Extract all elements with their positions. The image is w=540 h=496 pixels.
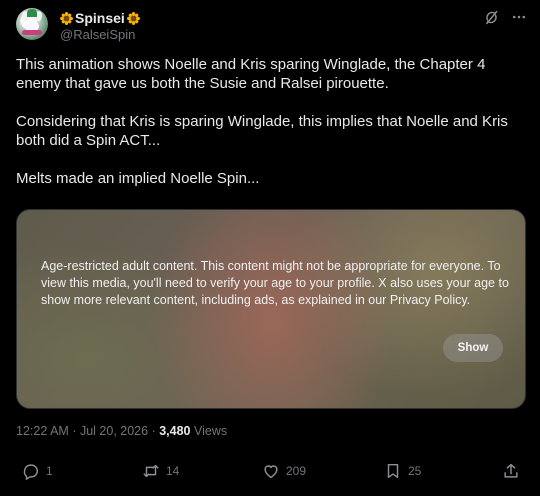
share-icon	[504, 463, 518, 478]
reply-icon	[23, 464, 39, 480]
post-top-actions	[482, 8, 528, 26]
views-label: Views	[193, 424, 228, 438]
grok-icon[interactable]	[482, 8, 500, 26]
sunflower-icon	[126, 11, 140, 25]
reply-count: 1	[46, 464, 53, 478]
author-display-name[interactable]: Spinsei	[75, 10, 125, 26]
post-date[interactable]: Jul 20, 2026	[80, 424, 148, 438]
author-handle[interactable]: @RalseiSpin	[60, 27, 135, 42]
meta-separator: ·	[72, 424, 77, 438]
action-bar: 1 14 209 25	[16, 462, 526, 486]
tweet-paragraph: Considering that Kris is sparing Winglad…	[16, 113, 508, 149]
more-icon[interactable]	[510, 8, 528, 26]
like-icon	[264, 465, 278, 479]
post-meta: 12:22 AM · Jul 20, 2026 · 3,480 Views	[16, 424, 227, 438]
avatar-hat	[27, 9, 37, 17]
repost-count: 14	[166, 464, 180, 478]
age-restriction-warning: Age-restricted adult content. This conte…	[41, 259, 509, 307]
meta-separator: ·	[151, 424, 156, 438]
post: Spinsei @RalseiSpin This animation shows…	[0, 0, 540, 496]
repost-icon	[143, 464, 159, 478]
sunflower-icon	[60, 11, 73, 25]
avatar[interactable]	[16, 8, 48, 40]
bookmark-count: 25	[408, 464, 422, 478]
tweet-paragraph: Melts made an implied Noelle Spin...	[16, 170, 260, 187]
avatar-scarf	[22, 30, 42, 35]
like-count: 209	[286, 464, 307, 478]
share-button[interactable]	[502, 462, 520, 480]
author-name-row[interactable]: Spinsei	[60, 10, 140, 26]
reply-button[interactable]: 1	[22, 462, 53, 480]
show-media-button[interactable]: Show	[443, 334, 503, 362]
views-count: 3,480	[159, 424, 191, 438]
tweet-text: This animation shows Noelle and Kris spa…	[16, 55, 531, 188]
bookmark-icon	[387, 463, 399, 479]
like-button[interactable]: 209	[262, 462, 306, 480]
post-time[interactable]: 12:22 AM	[16, 424, 69, 438]
sensitive-media[interactable]: Age-restricted adult content. This conte…	[16, 209, 526, 409]
repost-button[interactable]: 14	[142, 462, 179, 480]
bookmark-button[interactable]: 25	[384, 462, 421, 480]
tweet-paragraph: This animation shows Noelle and Kris spa…	[16, 56, 486, 92]
